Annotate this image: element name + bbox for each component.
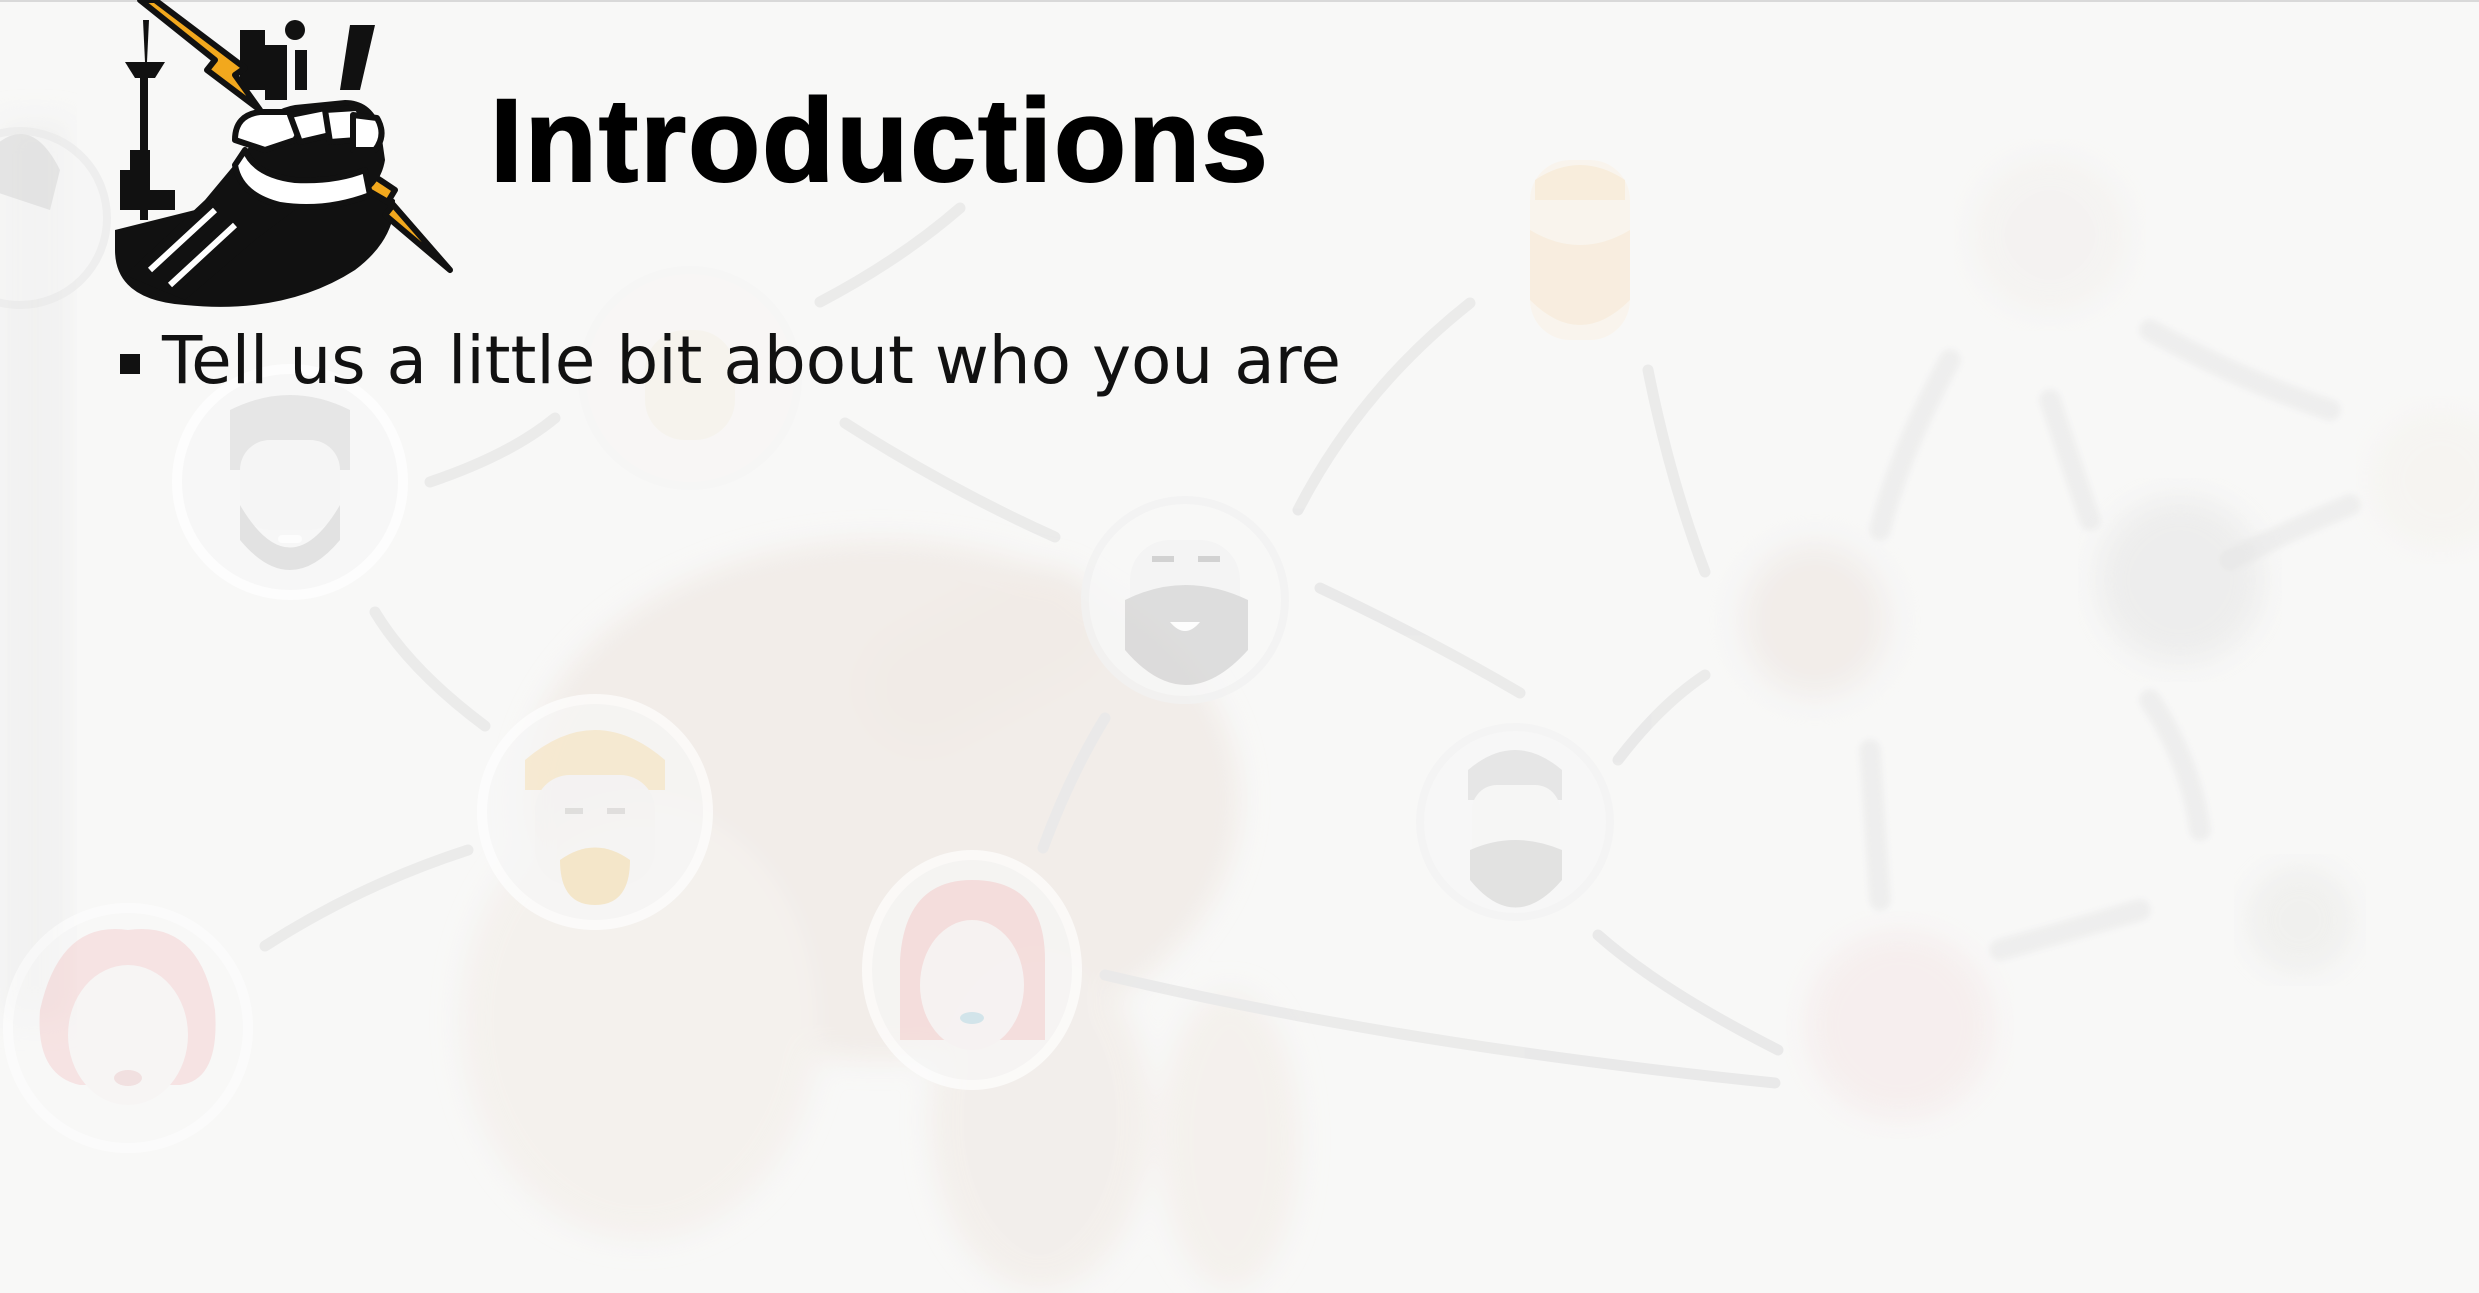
bullet-text: Tell us a little bit about who you are xyxy=(162,322,1341,399)
slide-title: Introductions xyxy=(489,75,1270,207)
bullet-item: Tell us a little bit about who you are xyxy=(120,322,1341,399)
slide: Introductions Tell us a little bit about… xyxy=(0,0,2479,1293)
bullet-list: Tell us a little bit about who you are xyxy=(120,322,1341,399)
square-bullet-icon xyxy=(120,354,140,375)
fist-lightning-city-skyline-logo xyxy=(115,0,453,307)
